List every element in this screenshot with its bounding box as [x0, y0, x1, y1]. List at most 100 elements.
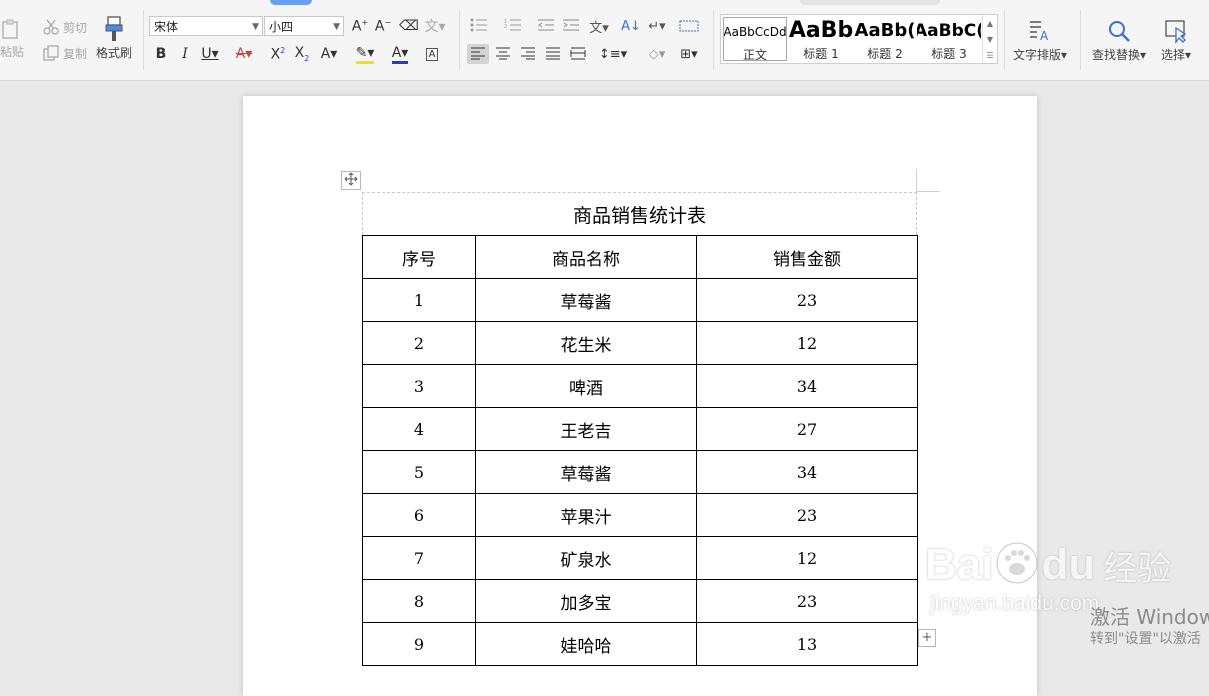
- text-layout-button[interactable]: A 文字排版▾: [1013, 16, 1067, 63]
- table-cell[interactable]: 23: [696, 579, 918, 623]
- font-size-select[interactable]: 小四 ▼: [264, 16, 344, 36]
- add-row-button[interactable]: +: [918, 629, 936, 647]
- table-cell[interactable]: 王老吉: [475, 407, 697, 451]
- style-heading-1[interactable]: AaBb 标题 1: [789, 17, 853, 61]
- phonetic-guide-button[interactable]: 文▾: [424, 16, 446, 36]
- select-button[interactable]: 选择▾: [1160, 16, 1192, 63]
- table-cell[interactable]: 5: [362, 450, 476, 494]
- sort-button[interactable]: A↓: [620, 16, 642, 36]
- cut-button[interactable]: 剪切: [42, 18, 87, 36]
- table-cell[interactable]: 8: [362, 579, 476, 623]
- table-cell[interactable]: 9: [362, 622, 476, 666]
- subscript-button[interactable]: X2: [291, 44, 313, 64]
- table-cell[interactable]: 23: [696, 278, 918, 322]
- text-effect-button[interactable]: A▾: [318, 44, 340, 64]
- table-header-row: 序号 商品名称 销售金额: [362, 235, 918, 279]
- table-cell[interactable]: 矿泉水: [475, 536, 697, 580]
- chevron-up-icon[interactable]: ▲: [987, 19, 993, 28]
- font-color-button[interactable]: A▾: [389, 44, 411, 64]
- table-row: 8 加多宝 23: [362, 579, 918, 623]
- strikethrough-button[interactable]: A▾: [233, 44, 255, 64]
- show-marks-button[interactable]: ↵▾: [646, 16, 668, 36]
- shading-button[interactable]: ◇▾: [646, 44, 668, 64]
- margin-mark: [916, 169, 917, 191]
- format-painter-button[interactable]: 格式刷: [96, 14, 132, 61]
- table-move-handle[interactable]: [341, 171, 361, 190]
- table-cell[interactable]: 加多宝: [475, 579, 697, 623]
- paint-bucket-icon: ◇▾: [648, 46, 666, 62]
- table-title-cell[interactable]: 商品销售统计表: [362, 192, 917, 235]
- table-cell[interactable]: 2: [362, 321, 476, 365]
- table-cell[interactable]: 4: [362, 407, 476, 451]
- numbered-list-button[interactable]: 12: [502, 16, 524, 36]
- shrink-font-button[interactable]: A−: [372, 16, 394, 36]
- table-cell[interactable]: 34: [696, 364, 918, 408]
- increase-indent-button[interactable]: [560, 16, 582, 36]
- copy-button[interactable]: 复制: [42, 44, 87, 62]
- table-cell[interactable]: 啤酒: [475, 364, 697, 408]
- table-row: 6 苹果汁 23: [362, 493, 918, 537]
- chinese-layout-button[interactable]: 文▾: [588, 16, 610, 36]
- style-preview: AaBb: [789, 18, 853, 43]
- chevron-down-icon[interactable]: ▼: [987, 35, 993, 44]
- table-cell[interactable]: 34: [696, 450, 918, 494]
- table-tools-button[interactable]: [678, 16, 700, 36]
- table-cell[interactable]: 草莓酱: [475, 278, 697, 322]
- activate-windows-title: 激活 Windows: [1090, 605, 1209, 629]
- table-cell[interactable]: 6: [362, 493, 476, 537]
- align-left-button[interactable]: [467, 44, 489, 64]
- bold-button[interactable]: B: [150, 44, 172, 64]
- table-cell[interactable]: 苹果汁: [475, 493, 697, 537]
- svg-text:2: 2: [504, 24, 507, 30]
- separator: [713, 10, 714, 70]
- styles-gallery-scroll[interactable]: ▲ ▼ ☰: [982, 15, 997, 63]
- char-border-button[interactable]: A: [421, 44, 443, 64]
- table-cell[interactable]: 12: [696, 536, 918, 580]
- text-effect-icon: A▾: [320, 46, 338, 62]
- line-spacing-button[interactable]: ↕≡▾: [598, 44, 628, 64]
- table-cell[interactable]: 13: [696, 622, 918, 666]
- strikethrough-icon: A▾: [235, 46, 253, 62]
- paste-button[interactable]: 粘贴: [0, 18, 24, 60]
- numbered-list-icon: 12: [504, 17, 522, 36]
- style-heading-2[interactable]: AaBb( 标题 2: [853, 17, 917, 61]
- distribute-icon: [570, 45, 586, 64]
- table-cell[interactable]: 娃哈哈: [475, 622, 697, 666]
- bullet-list-button[interactable]: [468, 16, 490, 36]
- clear-format-button[interactable]: ⌫: [398, 16, 420, 36]
- baidu-watermark: Bai du 经验: [925, 540, 1171, 590]
- table-cell[interactable]: 草莓酱: [475, 450, 697, 494]
- borders-button[interactable]: ⊞▾: [678, 44, 700, 64]
- watermark-cn: 经验: [1103, 548, 1172, 589]
- superscript-button[interactable]: X2: [267, 44, 289, 64]
- search-bar-edge[interactable]: [800, 0, 940, 5]
- justify-button[interactable]: [542, 44, 564, 64]
- italic-button[interactable]: I: [174, 44, 196, 64]
- distribute-button[interactable]: [567, 44, 589, 64]
- highlight-button[interactable]: ✎▾: [354, 44, 376, 64]
- style-label: 标题 1: [803, 47, 839, 61]
- style-normal[interactable]: AaBbCcDd 正文: [723, 17, 787, 61]
- table-cell[interactable]: 27: [696, 407, 918, 451]
- active-tab-indicator[interactable]: [270, 0, 312, 5]
- table-cell[interactable]: 23: [696, 493, 918, 537]
- align-center-button[interactable]: [492, 44, 514, 64]
- table-cell[interactable]: 1: [362, 278, 476, 322]
- decrease-indent-button[interactable]: [535, 16, 557, 36]
- table-cell[interactable]: 3: [362, 364, 476, 408]
- underline-button[interactable]: U▾: [199, 44, 221, 64]
- table-cell[interactable]: 花生米: [475, 321, 697, 365]
- table-cell[interactable]: 7: [362, 536, 476, 580]
- header-cell[interactable]: 商品名称: [475, 235, 697, 279]
- expand-icon[interactable]: ☰: [986, 51, 993, 60]
- line-spacing-icon: ↕≡▾: [598, 46, 628, 62]
- font-name-select[interactable]: 宋体 ▼: [149, 16, 263, 36]
- table-cell[interactable]: 12: [696, 321, 918, 365]
- header-cell[interactable]: 序号: [362, 235, 476, 279]
- subscript-icon: X2: [294, 45, 310, 63]
- style-heading-3[interactable]: AaBbC( 标题 3: [917, 17, 981, 61]
- align-right-button[interactable]: [517, 44, 539, 64]
- header-cell[interactable]: 销售金额: [696, 235, 918, 279]
- grow-font-button[interactable]: A+: [349, 16, 371, 36]
- find-replace-button[interactable]: 查找替换▾: [1092, 16, 1146, 63]
